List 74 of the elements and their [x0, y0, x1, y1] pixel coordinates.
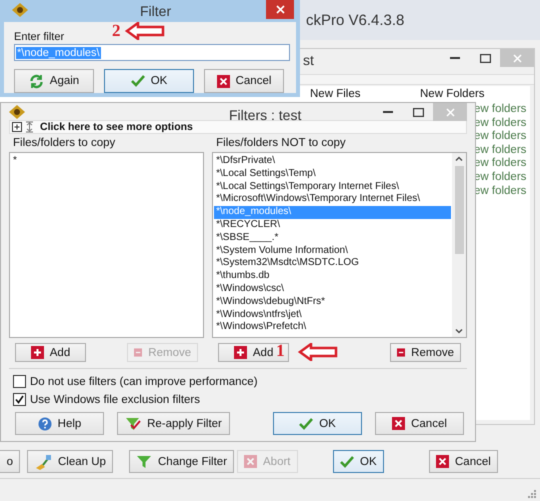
dialog-button[interactable]: OK — [273, 412, 362, 435]
cross-icon — [244, 455, 257, 468]
window-title: Filters : test — [229, 107, 302, 123]
list-item[interactable]: *\Windows\ntfrs\jet\ — [214, 308, 451, 322]
scrollbar[interactable] — [452, 153, 466, 337]
dialog-button[interactable]: OK — [333, 450, 384, 473]
dialog-button[interactable]: Cancel — [375, 412, 464, 435]
dialog-button[interactable]: Re-apply Filter — [117, 412, 230, 435]
funnel-icon — [136, 454, 152, 470]
dialog-button[interactable]: Help — [15, 412, 104, 435]
window-title: Filter — [140, 3, 172, 19]
dialog-button[interactable]: Clean Up — [27, 450, 113, 473]
dialog-button[interactable]: Cancel — [429, 450, 498, 473]
column-header: New Folders — [420, 88, 486, 100]
list-item[interactable]: *\DfsrPrivate\ — [214, 155, 451, 168]
app-icon — [9, 104, 25, 118]
list-item[interactable]: *\System Volume Information\ — [214, 244, 451, 258]
cross-icon — [436, 455, 449, 468]
checkbox[interactable] — [13, 393, 26, 406]
maximize-icon[interactable] — [412, 108, 424, 116]
checkbox-label: Do not use filters (can improve performance) — [30, 376, 258, 388]
cross-icon — [392, 417, 406, 430]
minimize-icon[interactable] — [450, 56, 460, 60]
broom-icon — [34, 454, 52, 470]
dialog-button[interactable]: Again — [14, 69, 94, 93]
arrow-icon — [124, 22, 164, 40]
dialog-button[interactable]: Change Filter — [129, 450, 234, 473]
list-item[interactable]: *\thumbs.db — [214, 270, 451, 283]
expand-arrows-icon — [25, 121, 34, 133]
check-icon — [340, 456, 354, 468]
list-item[interactable]: *\Local Settings\Temporary Internet Files\ — [214, 180, 451, 194]
list-label: Files/folders to copy — [12, 137, 116, 151]
annotation-number: 1 — [276, 341, 285, 361]
field-label: Enter filter — [14, 31, 66, 44]
window-title: ckPro V6.4.3.8 — [306, 12, 404, 29]
app-icon — [12, 3, 28, 17]
arrow-icon — [298, 343, 338, 361]
checkbox[interactable] — [13, 375, 26, 388]
list-item[interactable]: *\Windows\Prefetch\ — [214, 321, 451, 334]
scroll-down-icon[interactable] — [455, 329, 463, 334]
dialog-button[interactable]: Remove — [390, 343, 461, 362]
refresh-icon — [28, 74, 44, 88]
list-item[interactable]: *\SBSE____.* — [214, 232, 451, 245]
list-item[interactable]: *\System32\Msdtc\MSDTC.LOG — [214, 257, 451, 270]
list-item[interactable]: *\RECYCLER\ — [214, 218, 451, 232]
dialog-button[interactable]: Cancel — [204, 69, 284, 93]
cross-icon — [216, 74, 230, 88]
check-icon — [130, 75, 145, 87]
resize-grip-icon[interactable] — [528, 490, 537, 499]
check-icon — [299, 418, 314, 430]
list-item[interactable]: *\Windows\csc\ — [214, 282, 451, 296]
expand-icon[interactable] — [12, 122, 22, 132]
help-icon — [38, 416, 52, 430]
list-item[interactable]: *\Windows\debug\NtFrs* — [214, 296, 451, 309]
checkbox-label: Use Windows file exclusion filters — [30, 394, 200, 406]
annotation-number: 2 — [112, 21, 120, 41]
plus-icon — [234, 346, 247, 359]
close-icon[interactable] — [276, 5, 284, 14]
minus-icon — [397, 346, 406, 359]
column-header: New Files — [310, 88, 362, 100]
maximize-icon[interactable] — [480, 54, 490, 62]
dialog-button[interactable]: OK — [104, 69, 194, 93]
minimize-icon[interactable] — [383, 110, 393, 114]
dialog-button[interactable]: o — [0, 450, 20, 473]
list-item[interactable]: * — [11, 155, 202, 168]
dialog-button[interactable]: Add — [15, 343, 86, 362]
window-title: st — [303, 52, 314, 68]
plus-icon — [30, 346, 44, 359]
list-item[interactable]: *\Local Settings\Temp\ — [214, 168, 451, 181]
scroll-up-icon[interactable] — [455, 156, 463, 161]
funnel-check-icon — [125, 416, 142, 432]
list-label: Files/folders NOT to copy — [215, 137, 347, 151]
minus-icon — [134, 346, 142, 359]
list-item[interactable]: *\Microsoft\Windows\Temporary Internet Files\ — [214, 193, 451, 206]
